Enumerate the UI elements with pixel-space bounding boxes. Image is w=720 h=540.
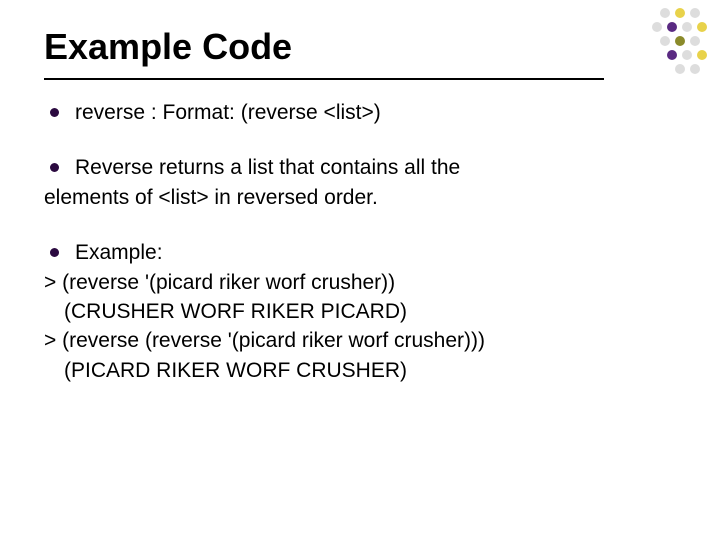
list-item: Example: (44, 238, 676, 267)
code-output: (PICARD RIKER WORF CRUSHER) (64, 356, 676, 385)
code-line: > (reverse '(picard riker worf crusher)) (44, 268, 676, 297)
title-area: Example Code (44, 26, 676, 74)
list-item: reverse : Format: (reverse <list>) (44, 98, 676, 127)
slide: Example Code reverse : Format: (reverse … (0, 0, 720, 540)
bullet-block-3: Example: > (reverse '(picard riker worf … (44, 238, 676, 385)
code-output: (CRUSHER WORF RIKER PICARD) (64, 297, 676, 326)
slide-body: reverse : Format: (reverse <list>) Rever… (44, 98, 676, 385)
bullet-block-2: Reverse returns a list that contains all… (44, 153, 676, 212)
dot-icon (675, 64, 685, 74)
dot-icon (682, 22, 692, 32)
bullet-text: Reverse returns a list that contains all… (75, 153, 676, 182)
dot-icon (667, 22, 677, 32)
dot-icon (652, 22, 662, 32)
dot-icon (667, 50, 677, 60)
bullet-icon (50, 248, 59, 257)
bullet-icon (50, 163, 59, 172)
dot-icon (690, 8, 700, 18)
bullet-text: reverse : Format: (reverse <list>) (75, 98, 676, 127)
dot-icon (660, 8, 670, 18)
dot-icon (690, 64, 700, 74)
dot-icon (697, 22, 707, 32)
dot-icon (690, 36, 700, 46)
title-underline (44, 78, 604, 80)
bullet-block-1: reverse : Format: (reverse <list>) (44, 98, 676, 127)
dot-icon (660, 36, 670, 46)
bullet-icon (50, 108, 59, 117)
decorative-dot-cluster (620, 8, 710, 88)
dot-icon (675, 8, 685, 18)
code-line: > (reverse (reverse '(picard riker worf … (44, 326, 676, 355)
bullet-text: Example: (75, 238, 676, 267)
dot-icon (697, 50, 707, 60)
dot-icon (675, 36, 685, 46)
dot-icon (682, 50, 692, 60)
slide-title: Example Code (44, 26, 676, 68)
bullet-continuation: elements of <list> in reversed order. (44, 183, 676, 212)
list-item: Reverse returns a list that contains all… (44, 153, 676, 182)
